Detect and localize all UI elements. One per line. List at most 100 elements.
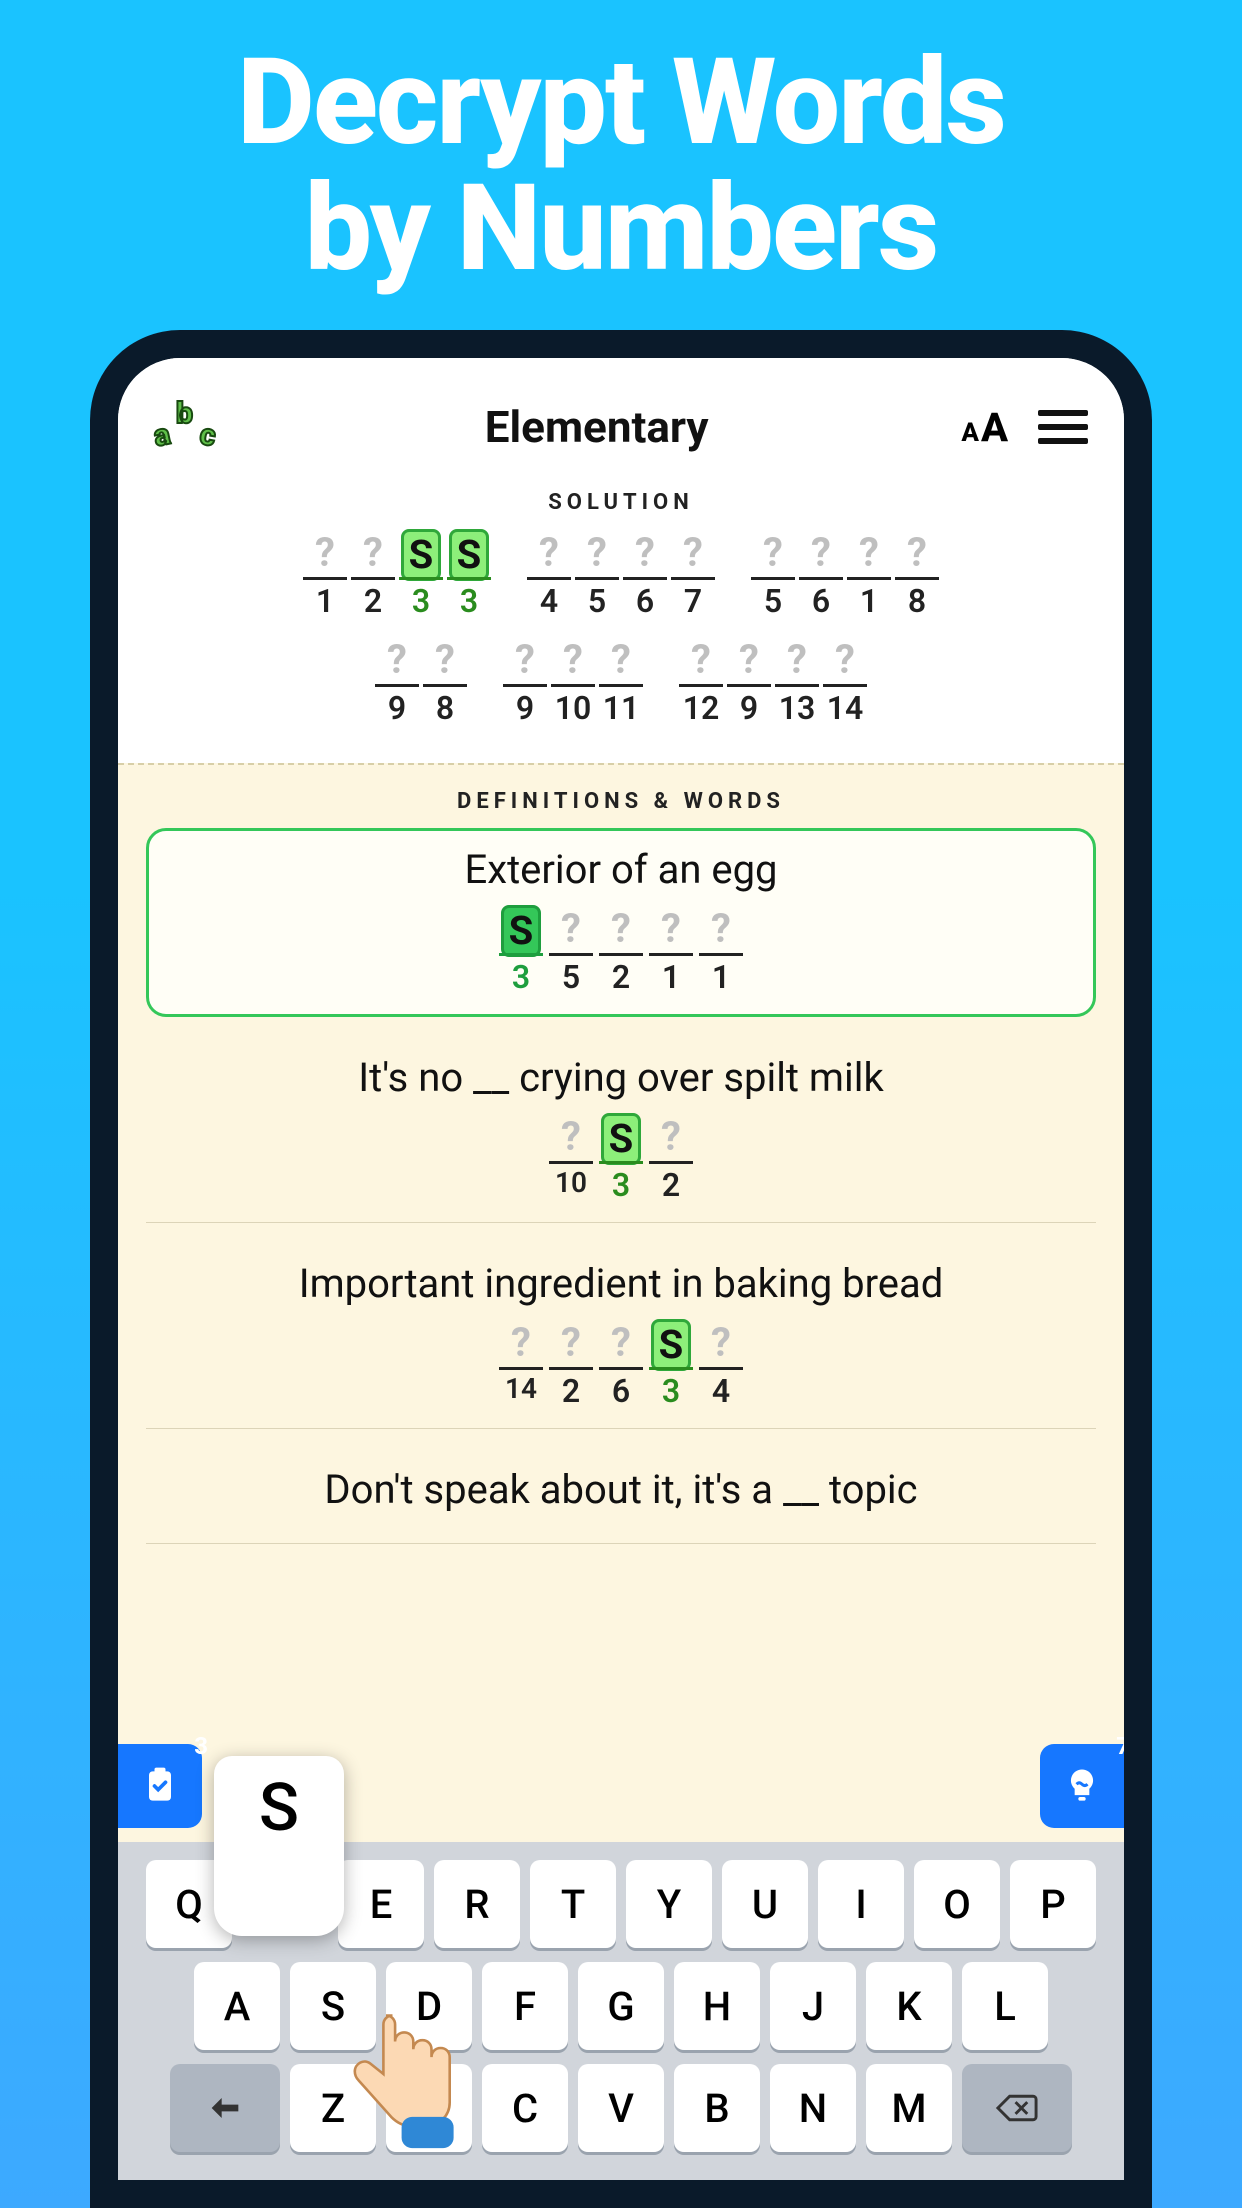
letter-cell[interactable]: ?5 xyxy=(549,905,593,996)
letter-cell[interactable]: ?4 xyxy=(699,1319,743,1410)
key-v[interactable]: V xyxy=(578,2064,664,2152)
letter-cell[interactable]: ?1 xyxy=(699,905,743,996)
key-u[interactable]: U xyxy=(722,1860,808,1948)
key-label: P xyxy=(1040,1881,1066,1928)
key-label: D xyxy=(416,1983,442,2030)
backspace-key[interactable] xyxy=(962,2064,1072,2152)
letter-cell[interactable]: ?5 xyxy=(575,529,619,620)
letter-cell[interactable]: ?14 xyxy=(499,1319,543,1410)
definition-block[interactable]: Exterior of an eggS3?5?2?1?1 xyxy=(146,828,1096,1017)
letter-cell[interactable]: ?12 xyxy=(679,636,723,727)
key-label: B xyxy=(704,2085,729,2132)
cell-number: 3 xyxy=(399,577,443,620)
font-size-button[interactable]: A A xyxy=(961,404,1008,451)
key-a[interactable]: A xyxy=(194,1962,280,2050)
definition-block[interactable]: Don't speak about it, it's a __ topic xyxy=(146,1451,1096,1544)
letter-cell[interactable]: ?2 xyxy=(599,905,643,996)
key-label: H xyxy=(703,1983,731,2030)
hint-button[interactable]: 7 xyxy=(1040,1744,1124,1828)
letter-cell[interactable]: ?5 xyxy=(751,529,795,620)
solution-word: ?12?9?13?14 xyxy=(679,636,867,727)
letter-cell[interactable]: ?1 xyxy=(847,529,891,620)
key-r[interactable]: R xyxy=(434,1860,520,1948)
key-g[interactable]: G xyxy=(578,1962,664,2050)
definition-block[interactable]: Important ingredient in baking bread ?14?… xyxy=(146,1245,1096,1429)
letter-cell[interactable]: ?4 xyxy=(527,529,571,620)
key-t[interactable]: T xyxy=(530,1860,616,1948)
cell-letter: ? xyxy=(503,636,547,684)
keyboard-row: ASDFGHJKL xyxy=(128,1962,1114,2050)
key-s[interactable]: S xyxy=(290,1962,376,2050)
definition-block[interactable]: It's no __ crying over spilt milk?10S3?2 xyxy=(146,1039,1096,1223)
letter-cell[interactable]: ?6 xyxy=(623,529,667,620)
promo-line1: Decrypt Words xyxy=(0,40,1242,166)
key-i[interactable]: I xyxy=(818,1860,904,1948)
key-e[interactable]: E xyxy=(338,1860,424,1948)
key-label: V xyxy=(608,2085,634,2132)
letter-cell[interactable]: ?10 xyxy=(551,636,595,727)
letter-cell[interactable]: S3 xyxy=(447,529,491,620)
cell-letter: S xyxy=(449,529,489,581)
key-y[interactable]: Y xyxy=(626,1860,712,1948)
cell-letter: ? xyxy=(549,1319,593,1367)
cell-letter: ? xyxy=(775,636,819,684)
cell-letter: ? xyxy=(847,529,891,577)
cell-number: 11 xyxy=(599,684,643,727)
letter-cell[interactable]: ?6 xyxy=(799,529,843,620)
letter-cell[interactable]: ?9 xyxy=(375,636,419,727)
key-l[interactable]: L xyxy=(962,1962,1048,2050)
key-label: K xyxy=(896,1983,921,2030)
letter-cell[interactable]: ?14 xyxy=(823,636,867,727)
hint-badge: 7 xyxy=(1116,1732,1124,1760)
key-p[interactable]: P xyxy=(1010,1860,1096,1948)
key-k[interactable]: K xyxy=(866,1962,952,2050)
cell-number: 2 xyxy=(649,1161,693,1204)
menu-button[interactable] xyxy=(1038,410,1088,444)
key-m[interactable]: M xyxy=(866,2064,952,2152)
cell-letter: ? xyxy=(699,905,743,953)
letter-cell[interactable]: ?1 xyxy=(649,905,693,996)
letter-cell[interactable]: ?10 xyxy=(549,1113,593,1204)
letter-cell[interactable]: ?1 xyxy=(303,529,347,620)
key-label: U xyxy=(752,1881,778,1928)
cell-letter: ? xyxy=(599,1319,643,1367)
letter-cell[interactable]: ?2 xyxy=(649,1113,693,1204)
return-key[interactable] xyxy=(170,2064,280,2152)
letter-cell[interactable]: ?6 xyxy=(599,1319,643,1410)
cell-number: 9 xyxy=(375,684,419,727)
cell-number: 6 xyxy=(799,577,843,620)
letter-cell[interactable]: S3 xyxy=(499,905,543,996)
cell-number: 6 xyxy=(599,1367,643,1410)
letter-cell[interactable]: ?11 xyxy=(599,636,643,727)
key-j[interactable]: J xyxy=(770,1962,856,2050)
cell-number: 5 xyxy=(575,577,619,620)
letter-cell[interactable]: ?13 xyxy=(775,636,819,727)
key-d[interactable]: D xyxy=(386,1962,472,2050)
cell-letter: ? xyxy=(751,529,795,577)
key-h[interactable]: H xyxy=(674,1962,760,2050)
key-c[interactable]: C xyxy=(482,2064,568,2152)
letter-cell[interactable]: ?8 xyxy=(423,636,467,727)
key-n[interactable]: N xyxy=(770,2064,856,2152)
key-f[interactable]: F xyxy=(482,1962,568,2050)
key-z[interactable]: Z xyxy=(290,2064,376,2152)
letter-cell[interactable]: ?8 xyxy=(895,529,939,620)
cell-number: 2 xyxy=(599,953,643,996)
letter-cell[interactable]: ?2 xyxy=(549,1319,593,1410)
definition-clue: Important ingredient in baking bread xyxy=(166,1259,1076,1309)
key-o[interactable]: O xyxy=(914,1860,1000,1948)
cell-number: 10 xyxy=(551,684,595,727)
key-x[interactable]: X xyxy=(386,2064,472,2152)
letter-cell[interactable]: ?2 xyxy=(351,529,395,620)
letter-cell[interactable]: ?7 xyxy=(671,529,715,620)
letter-cell[interactable]: S3 xyxy=(599,1113,643,1204)
clipboard-button[interactable]: 3 xyxy=(118,1744,202,1828)
letter-cell[interactable]: ?9 xyxy=(727,636,771,727)
letter-cell[interactable]: S3 xyxy=(649,1319,693,1410)
cell-letter: S xyxy=(651,1319,691,1371)
letter-cell[interactable]: ?9 xyxy=(503,636,547,727)
app-logo[interactable]: a b c xyxy=(154,388,232,466)
letter-cell[interactable]: S3 xyxy=(399,529,443,620)
cell-letter: ? xyxy=(623,529,667,577)
key-b[interactable]: B xyxy=(674,2064,760,2152)
